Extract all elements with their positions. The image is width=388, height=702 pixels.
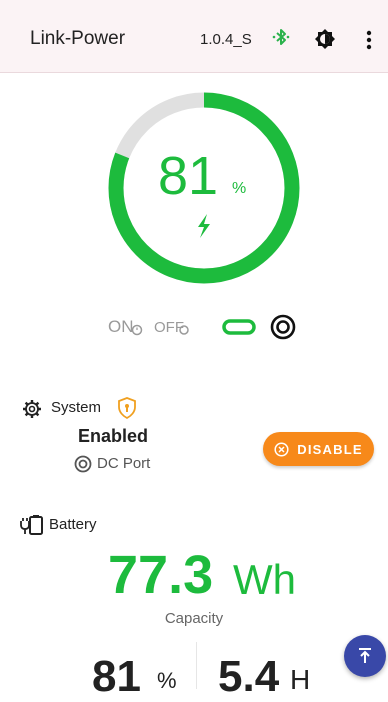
scroll-top-icon: [359, 648, 371, 663]
ring-icon[interactable]: [270, 314, 296, 340]
dc-port-icon: [74, 455, 92, 473]
runtime-value: 5.4: [218, 652, 280, 701]
battery-plug-icon: [20, 515, 43, 535]
capacity-value: 77.3: [108, 545, 214, 605]
cancel-circle-icon: [274, 441, 289, 457]
battery-percent-value: 81: [92, 652, 141, 701]
gauge-percent-value: 81: [158, 146, 219, 206]
dc-port-label: DC Port: [97, 455, 151, 472]
capacity-unit: Wh: [233, 556, 296, 603]
runtime-unit: H: [290, 664, 311, 695]
version-label: 1.0.4_S: [200, 31, 252, 48]
bluetooth-icon[interactable]: [270, 26, 292, 52]
capacity-label: Capacity: [164, 610, 224, 627]
more-vert-icon[interactable]: [366, 30, 372, 50]
gauge-percent-unit: %: [232, 180, 247, 197]
brightness-icon[interactable]: [314, 28, 336, 50]
timer-on-icon[interactable]: ON: [108, 315, 144, 337]
battery-label: Battery: [49, 516, 97, 533]
disable-button-label: DISABLE: [297, 441, 363, 457]
stats-divider: [196, 642, 197, 689]
battery-percent-unit: %: [157, 668, 177, 693]
app-bar: Link-Power 1.0.4_S: [0, 0, 388, 73]
scroll-top-button[interactable]: [344, 635, 386, 677]
gear-icon: [23, 400, 41, 418]
timer-off-icon[interactable]: OFF: [154, 315, 190, 337]
link-icon[interactable]: [222, 317, 256, 337]
system-status: Enabled: [78, 426, 149, 446]
mode-on-label: ON: [108, 317, 134, 336]
mode-off-label: OFF: [154, 319, 184, 336]
charging-bolt-icon: [198, 214, 210, 238]
disable-button[interactable]: DISABLE: [263, 432, 374, 466]
app-title: Link-Power: [30, 28, 126, 49]
shield-icon: [118, 397, 136, 419]
system-label: System: [51, 399, 102, 416]
